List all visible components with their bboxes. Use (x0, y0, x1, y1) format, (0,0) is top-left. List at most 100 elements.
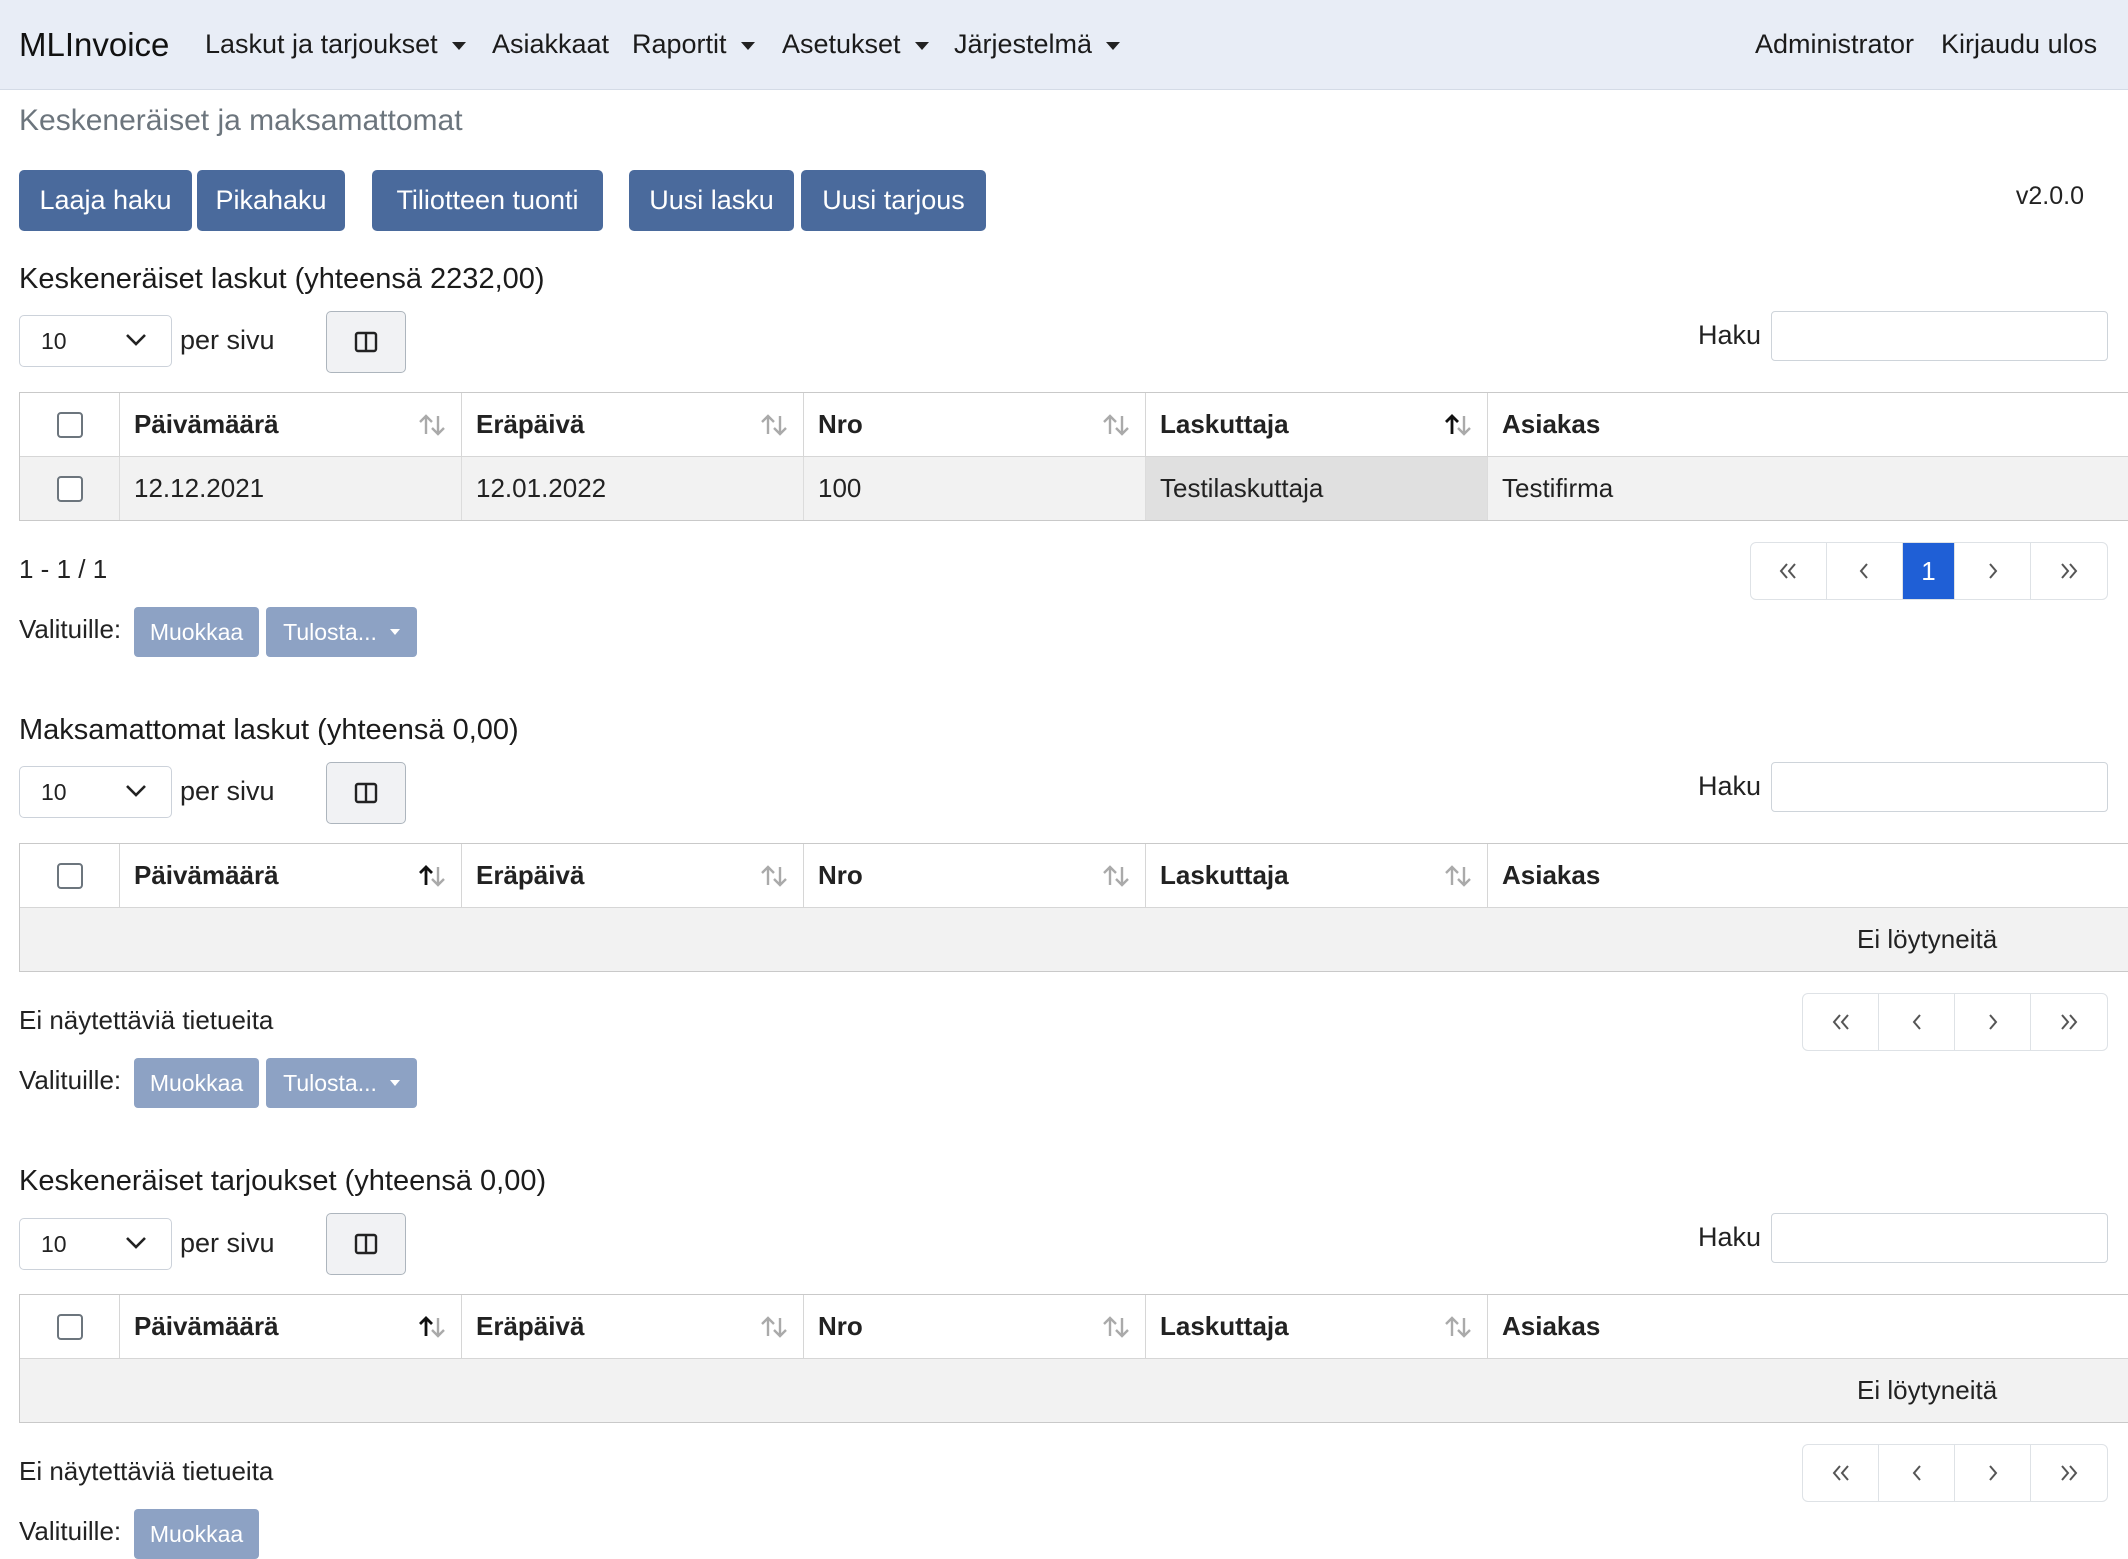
search-input[interactable] (1771, 1213, 2108, 1263)
menu-invoices-offers[interactable]: Laskut ja tarjoukset (205, 29, 466, 60)
sort-arrows-icon (1445, 865, 1471, 887)
header-checkbox-cell (20, 844, 120, 907)
last-page-button[interactable] (2031, 994, 2107, 1050)
caret-down-icon (1106, 41, 1121, 50)
prev-page-icon (1859, 563, 1868, 579)
prev-page-button[interactable] (1827, 543, 1903, 599)
column-header-due-date[interactable]: Eräpäivä (462, 844, 804, 907)
column-header-label: Päivämäärä (134, 1311, 279, 1341)
next-page-button[interactable] (1955, 994, 2031, 1050)
select-all-checkbox[interactable] (56, 1313, 83, 1340)
column-header-label: Eräpäivä (476, 409, 585, 439)
edit-selected-button[interactable]: Muokkaa (134, 1058, 259, 1108)
next-page-icon (1988, 1465, 1997, 1481)
header-checkbox-cell (20, 393, 120, 456)
caret-down-icon (389, 629, 400, 635)
select-all-checkbox[interactable] (56, 411, 83, 438)
menu-label: Laskut ja tarjoukset (205, 29, 438, 59)
search-input[interactable] (1771, 762, 2108, 812)
page-size-select[interactable]: 10 (19, 1218, 172, 1270)
column-toggle-button[interactable] (326, 762, 406, 824)
menu-label: Asetukset (782, 29, 901, 59)
column-header-date[interactable]: Päivämäärä (120, 393, 462, 456)
print-selected-button[interactable]: Tulosta... (266, 607, 417, 657)
column-header-label: Nro (818, 860, 863, 890)
menu-settings[interactable]: Asetukset (782, 29, 929, 60)
brand-logo[interactable]: MLInvoice (19, 26, 169, 64)
invoices-draft-table: Päivämäärä Eräpäivä Nro Laskuttaja Asiak… (19, 392, 2128, 521)
column-header-label: Päivämäärä (134, 860, 279, 890)
logout-link[interactable]: Kirjaudu ulos (1941, 29, 2097, 60)
column-header-due-date[interactable]: Eräpäivä (462, 1295, 804, 1358)
prev-page-button[interactable] (1879, 994, 1955, 1050)
section-title: Keskeneräiset tarjoukset (yhteensä 0,00) (19, 1165, 547, 1197)
column-toggle-button[interactable] (326, 311, 406, 373)
column-header-label: Nro (818, 409, 863, 439)
edit-selected-button[interactable]: Muokkaa (134, 607, 259, 657)
first-page-icon (1832, 1465, 1849, 1481)
new-offer-button[interactable]: Uusi tarjous (801, 170, 986, 231)
section-title: Maksamattomat laskut (yhteensä 0,00) (19, 714, 519, 746)
column-header-biller[interactable]: Laskuttaja (1146, 844, 1488, 907)
row-checkbox[interactable] (56, 475, 83, 502)
menu-customers[interactable]: Asiakkaat (492, 29, 609, 60)
last-page-button[interactable] (2031, 1445, 2107, 1501)
column-header-number[interactable]: Nro (804, 844, 1146, 907)
next-page-button[interactable] (1955, 543, 2032, 599)
table-row[interactable]: 12.12.2021 12.01.2022 100 Testilaskuttaj… (20, 457, 2128, 521)
column-header-due-date[interactable]: Eräpäivä (462, 393, 804, 456)
for-selected-label: Valituille: (19, 1065, 122, 1095)
quick-search-button[interactable]: Pikahaku (197, 170, 345, 231)
first-page-icon (1832, 1014, 1849, 1030)
page-size-select[interactable]: 10 (19, 315, 172, 367)
column-header-label: Asiakas (1502, 1311, 1601, 1341)
search-input[interactable] (1771, 311, 2108, 361)
column-header-label: Asiakas (1502, 409, 1601, 439)
column-header-date[interactable]: Päivämäärä (120, 1295, 462, 1358)
column-header-biller[interactable]: Laskuttaja (1146, 393, 1488, 456)
table-info: 1 - 1 / 1 (19, 554, 108, 584)
column-header-date[interactable]: Päivämäärä (120, 844, 462, 907)
user-menu[interactable]: Administrator (1755, 29, 1914, 60)
for-selected-label: Valituille: (19, 614, 122, 644)
caret-down-icon (389, 1080, 400, 1086)
first-page-button[interactable] (1803, 994, 1879, 1050)
column-header-label: Nro (818, 1311, 863, 1341)
page-size-select[interactable]: 10 (19, 766, 172, 818)
page-size-value: 10 (41, 327, 67, 354)
columns-icon (354, 1233, 378, 1255)
next-page-icon (1989, 563, 1998, 579)
new-invoice-button[interactable]: Uusi lasku (629, 170, 794, 231)
next-page-button[interactable] (1955, 1445, 2031, 1501)
column-header-customer[interactable]: Asiakas (1488, 1295, 2128, 1358)
column-header-number[interactable]: Nro (804, 393, 1146, 456)
column-toggle-button[interactable] (326, 1213, 406, 1275)
menu-reports[interactable]: Raportit (632, 29, 755, 60)
column-header-customer[interactable]: Asiakas (1488, 393, 2128, 456)
search-label: Haku (1698, 320, 1762, 350)
page-1-button[interactable]: 1 (1902, 543, 1956, 599)
column-header-customer[interactable]: Asiakas (1488, 844, 2128, 907)
column-header-label: Päivämäärä (134, 409, 279, 439)
statement-import-button[interactable]: Tiliotteen tuonti (372, 170, 603, 231)
column-header-number[interactable]: Nro (804, 1295, 1146, 1358)
version-label: v2.0.0 (2015, 182, 2084, 210)
section-title: Keskeneräiset laskut (yhteensä 2232,00) (19, 263, 545, 295)
column-header-biller[interactable]: Laskuttaja (1146, 1295, 1488, 1358)
caret-down-icon (914, 41, 929, 50)
menu-system[interactable]: Järjestelmä (954, 29, 1121, 60)
cell-date: 12.12.2021 (120, 457, 462, 520)
prev-page-button[interactable] (1879, 1445, 1955, 1501)
sort-arrows-icon (761, 1316, 787, 1338)
row-checkbox-cell (20, 457, 120, 520)
empty-row: Ei löytyneitä (20, 908, 2128, 972)
select-all-checkbox[interactable] (56, 862, 83, 889)
first-page-button[interactable] (1751, 543, 1827, 599)
last-page-icon (2061, 563, 2078, 579)
first-page-button[interactable] (1803, 1445, 1879, 1501)
last-page-button[interactable] (2031, 543, 2107, 599)
advanced-search-button[interactable]: Laaja haku (19, 170, 192, 231)
invoices-unpaid-table: Päivämäärä Eräpäivä Nro Laskuttaja Asiak… (19, 843, 2128, 972)
print-selected-button[interactable]: Tulosta... (266, 1058, 417, 1108)
edit-selected-button[interactable]: Muokkaa (134, 1509, 259, 1559)
